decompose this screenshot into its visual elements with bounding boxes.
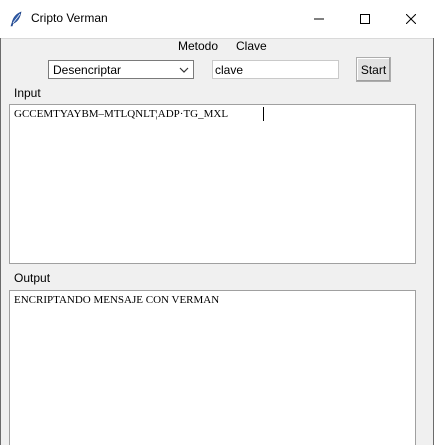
close-icon xyxy=(406,14,416,24)
start-button[interactable]: Start xyxy=(356,57,391,82)
key-label: Clave xyxy=(236,39,267,53)
minimize-button[interactable] xyxy=(296,0,342,38)
key-input[interactable]: clave xyxy=(212,60,339,79)
close-button[interactable] xyxy=(388,0,434,38)
method-select-value: Desencriptar xyxy=(53,63,122,77)
title-bar[interactable]: Cripto Verman xyxy=(0,0,434,39)
method-select[interactable]: Desencriptar xyxy=(48,60,194,79)
input-text: GCCEMTYAYBM–MTLQNLT¦ADP·TG_MXL xyxy=(14,108,229,120)
chevron-down-icon[interactable] xyxy=(179,66,189,74)
feather-icon xyxy=(10,11,22,27)
output-text: ENCRIPTANDO MENSAJE CON VERMAN xyxy=(14,294,220,306)
maximize-button[interactable] xyxy=(342,0,388,38)
output-textarea[interactable]: ENCRIPTANDO MENSAJE CON VERMAN xyxy=(9,290,416,445)
window-title: Cripto Verman xyxy=(31,11,108,25)
text-caret xyxy=(263,107,264,121)
input-textarea[interactable]: GCCEMTYAYBM–MTLQNLT¦ADP·TG_MXL xyxy=(9,104,416,264)
key-input-value: clave xyxy=(215,63,244,77)
method-label: Metodo xyxy=(178,39,219,53)
window-border-left xyxy=(0,38,1,445)
minimize-icon xyxy=(314,18,324,20)
maximize-icon xyxy=(360,14,370,24)
input-label: Input xyxy=(14,86,41,100)
output-label: Output xyxy=(14,271,51,285)
